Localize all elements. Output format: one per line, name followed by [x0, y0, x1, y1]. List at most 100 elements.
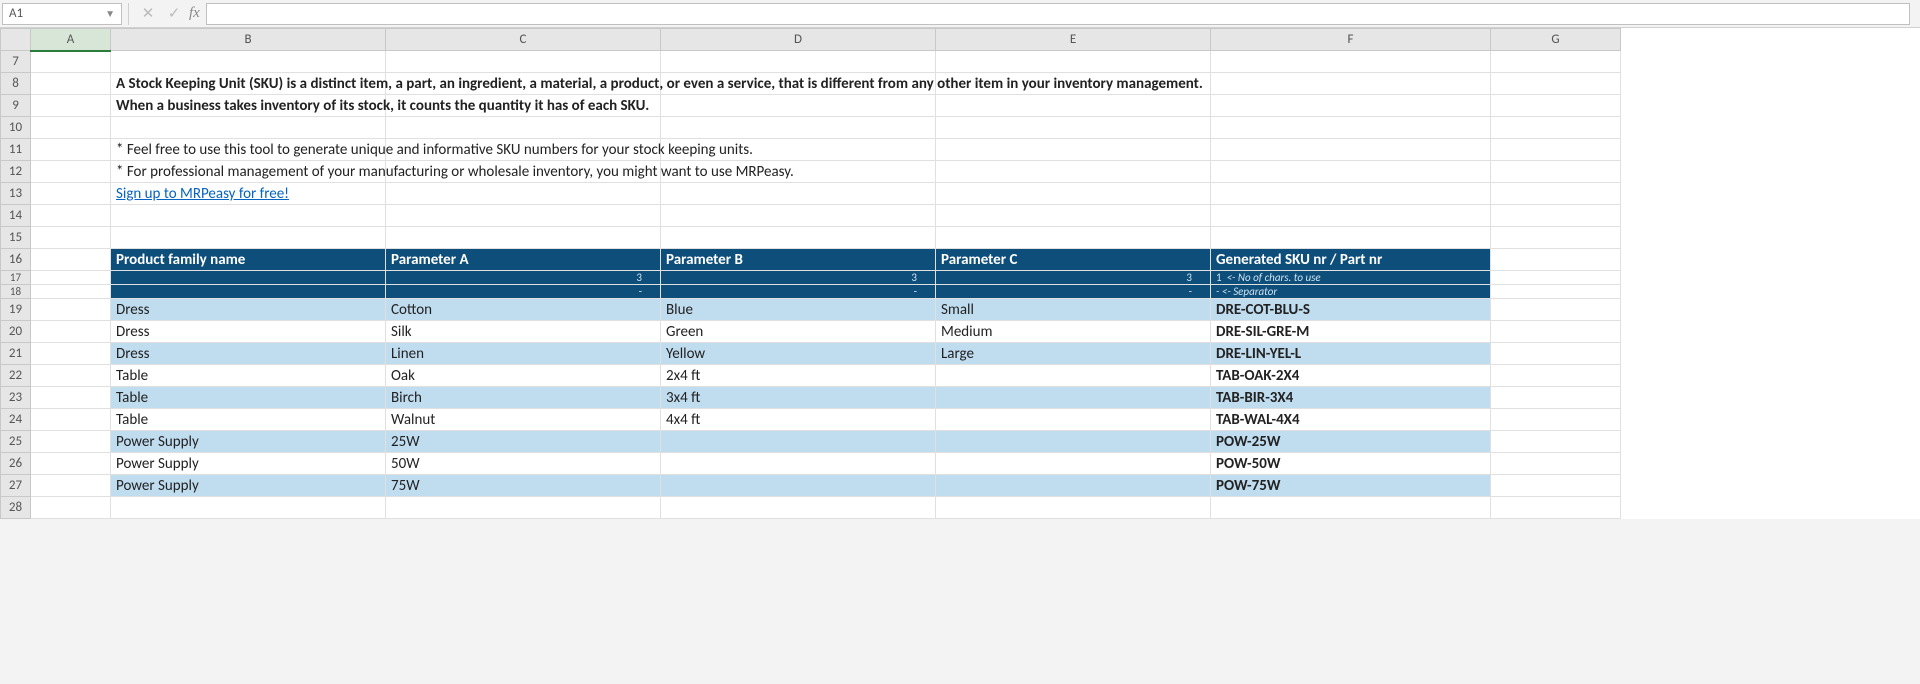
sep-note[interactable]: - <- Separator: [1211, 285, 1491, 299]
cell[interactable]: [1211, 73, 1491, 95]
cell-parameter-c[interactable]: Large: [936, 343, 1211, 365]
cell[interactable]: [936, 51, 1211, 73]
cell[interactable]: [936, 227, 1211, 249]
sub-value[interactable]: 3: [386, 271, 661, 285]
cell[interactable]: [1491, 139, 1621, 161]
name-box[interactable]: A1 ▼: [2, 3, 122, 25]
row-header[interactable]: 20: [1, 321, 31, 343]
row-header[interactable]: 16: [1, 249, 31, 271]
signup-link[interactable]: Sign up to MRPeasy for free!: [116, 185, 289, 203]
cell-parameter-c[interactable]: [936, 365, 1211, 387]
cell-product-family[interactable]: Power Supply: [111, 453, 386, 475]
table-header[interactable]: Product family name: [111, 249, 386, 271]
cell[interactable]: [111, 285, 386, 299]
cell-generated-sku[interactable]: TAB-WAL-4X4: [1211, 409, 1491, 431]
row-header[interactable]: 26: [1, 453, 31, 475]
cell[interactable]: [661, 117, 936, 139]
row-header[interactable]: 13: [1, 183, 31, 205]
cell[interactable]: [661, 227, 936, 249]
cell[interactable]: [111, 227, 386, 249]
cell-generated-sku[interactable]: POW-25W: [1211, 431, 1491, 453]
select-all-corner[interactable]: [1, 29, 31, 51]
cell[interactable]: [1211, 95, 1491, 117]
confirm-icon[interactable]: ✓: [161, 3, 187, 25]
cell[interactable]: [111, 271, 386, 285]
cell-parameter-c[interactable]: [936, 409, 1211, 431]
cell[interactable]: [1491, 183, 1621, 205]
cell[interactable]: [1491, 343, 1621, 365]
cell-product-family[interactable]: Dress: [111, 321, 386, 343]
row-header[interactable]: 23: [1, 387, 31, 409]
cell[interactable]: [1491, 365, 1621, 387]
cell[interactable]: [386, 497, 661, 519]
table-header[interactable]: Parameter C: [936, 249, 1211, 271]
cell[interactable]: [386, 227, 661, 249]
cell[interactable]: [111, 51, 386, 73]
sep-value[interactable]: -: [386, 285, 661, 299]
cell-parameter-a[interactable]: 25W: [386, 431, 661, 453]
cell[interactable]: [1211, 161, 1491, 183]
cell[interactable]: [31, 95, 111, 117]
cell[interactable]: [31, 299, 111, 321]
cell-product-family[interactable]: Table: [111, 387, 386, 409]
row-header[interactable]: 19: [1, 299, 31, 321]
sep-value[interactable]: -: [936, 285, 1211, 299]
cell[interactable]: [936, 161, 1211, 183]
cell[interactable]: [31, 409, 111, 431]
col-header-b[interactable]: B: [111, 29, 386, 51]
cell-parameter-c[interactable]: [936, 387, 1211, 409]
cell[interactable]: [31, 453, 111, 475]
cell-parameter-c[interactable]: [936, 453, 1211, 475]
cell[interactable]: [1491, 249, 1621, 271]
cell[interactable]: [1491, 51, 1621, 73]
cell-parameter-a[interactable]: 50W: [386, 453, 661, 475]
cell-parameter-b[interactable]: 4x4 ft: [661, 409, 936, 431]
cell-generated-sku[interactable]: TAB-BIR-3X4: [1211, 387, 1491, 409]
cell-generated-sku[interactable]: DRE-COT-BLU-S: [1211, 299, 1491, 321]
cell[interactable]: [936, 95, 1211, 117]
cell[interactable]: [661, 205, 936, 227]
cell-parameter-b[interactable]: Blue: [661, 299, 936, 321]
row-header[interactable]: 21: [1, 343, 31, 365]
row-header[interactable]: 25: [1, 431, 31, 453]
cell[interactable]: [1491, 117, 1621, 139]
cell[interactable]: [31, 343, 111, 365]
col-header-g[interactable]: G: [1491, 29, 1621, 51]
cell[interactable]: [1211, 51, 1491, 73]
fx-icon[interactable]: fx: [187, 5, 206, 22]
cell-parameter-a[interactable]: 75W: [386, 475, 661, 497]
row-header[interactable]: 17: [1, 271, 31, 285]
cell-generated-sku[interactable]: DRE-LIN-YEL-L: [1211, 343, 1491, 365]
cell[interactable]: [1491, 475, 1621, 497]
cell[interactable]: [31, 51, 111, 73]
cell-parameter-a[interactable]: Oak: [386, 365, 661, 387]
cell-parameter-b[interactable]: [661, 475, 936, 497]
row-header[interactable]: 14: [1, 205, 31, 227]
cell-product-family[interactable]: Power Supply: [111, 475, 386, 497]
cell[interactable]: [31, 161, 111, 183]
cell[interactable]: [111, 205, 386, 227]
cell[interactable]: [1211, 227, 1491, 249]
cell-parameter-c[interactable]: [936, 475, 1211, 497]
sub-value[interactable]: 3: [661, 271, 936, 285]
cell[interactable]: [661, 51, 936, 73]
col-header-e[interactable]: E: [936, 29, 1211, 51]
col-header-f[interactable]: F: [1211, 29, 1491, 51]
cell[interactable]: [31, 117, 111, 139]
cell-parameter-a[interactable]: Birch: [386, 387, 661, 409]
cell[interactable]: When a business takes inventory of its s…: [111, 95, 386, 117]
row-header[interactable]: 8: [1, 73, 31, 95]
cell[interactable]: [31, 73, 111, 95]
cell[interactable]: * Feel free to use this tool to generate…: [111, 139, 386, 161]
table-header[interactable]: Parameter B: [661, 249, 936, 271]
cell[interactable]: [1211, 139, 1491, 161]
cell[interactable]: [936, 139, 1211, 161]
sub-note[interactable]: 1 <- No of chars. to use: [1211, 271, 1491, 285]
sub-value[interactable]: 3: [936, 271, 1211, 285]
table-header[interactable]: Parameter A: [386, 249, 661, 271]
row-header[interactable]: 18: [1, 285, 31, 299]
cell[interactable]: [661, 183, 936, 205]
cell[interactable]: [31, 139, 111, 161]
row-header[interactable]: 7: [1, 51, 31, 73]
cell[interactable]: [31, 285, 111, 299]
